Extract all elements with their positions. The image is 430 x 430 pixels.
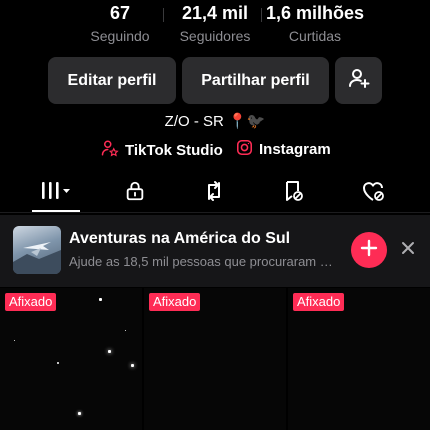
close-suggestion-button[interactable] bbox=[397, 239, 419, 261]
instagram-link[interactable]: Instagram bbox=[236, 139, 331, 160]
tab-videos[interactable] bbox=[26, 173, 86, 213]
close-icon bbox=[401, 241, 415, 260]
instagram-label: Instagram bbox=[259, 141, 331, 158]
stat-likes[interactable]: 1,6 milhões Curtidas bbox=[255, 0, 375, 46]
pinned-badge: Afixado bbox=[293, 293, 345, 311]
suggestion-title: Aventuras na América do Sul bbox=[69, 230, 291, 247]
video-thumbnail[interactable]: Afixado bbox=[0, 288, 142, 430]
tab-favorites[interactable] bbox=[263, 173, 323, 213]
profile-links: TikTok Studio Instagram bbox=[0, 139, 430, 161]
tab-reposts[interactable] bbox=[184, 173, 244, 213]
share-profile-button[interactable]: Partilhar perfil bbox=[182, 57, 329, 104]
videos-grid-icon bbox=[39, 180, 73, 207]
favorites-icon bbox=[281, 179, 305, 208]
liked-icon bbox=[360, 179, 386, 208]
suggestion-subtitle: Ajude as 18,5 mil pessoas que procuraram… bbox=[69, 254, 339, 269]
video-grid: Afixado Afixado Afixado bbox=[0, 288, 430, 430]
video-thumbnail[interactable]: Afixado bbox=[144, 288, 286, 430]
profile-stats: 67 Seguindo 21,4 mil Seguidores 1,6 milh… bbox=[0, 0, 430, 48]
instagram-icon bbox=[236, 139, 253, 160]
tiktok-studio-label: TikTok Studio bbox=[125, 141, 223, 159]
tabs-divider bbox=[0, 212, 430, 213]
pinned-badge: Afixado bbox=[149, 293, 201, 311]
profile-tabs bbox=[0, 173, 430, 213]
add-friend-button[interactable] bbox=[335, 57, 382, 104]
repost-icon bbox=[202, 179, 226, 208]
tiktok-studio-link[interactable]: TikTok Studio bbox=[101, 139, 223, 161]
tab-liked[interactable] bbox=[343, 173, 403, 213]
suggestion-banner[interactable]: Aventuras na América do Sul Ajude as 18,… bbox=[0, 215, 430, 287]
studio-icon bbox=[101, 139, 119, 161]
edit-profile-button[interactable]: Editar perfil bbox=[48, 57, 176, 104]
video-thumbnail[interactable]: Afixado bbox=[288, 288, 430, 430]
suggestion-thumbnail bbox=[13, 226, 61, 274]
likes-label: Curtidas bbox=[288, 28, 342, 44]
pinned-badge: Afixado bbox=[5, 293, 57, 311]
likes-count: 1,6 milhões bbox=[265, 3, 365, 23]
tab-private[interactable] bbox=[105, 173, 165, 213]
plus-icon bbox=[360, 239, 378, 262]
profile-bio: Z/O - SR 📍🐦‍⬛ bbox=[164, 113, 266, 130]
person-plus-icon bbox=[347, 66, 371, 95]
lock-icon bbox=[124, 180, 146, 207]
add-suggestion-button[interactable] bbox=[351, 232, 387, 268]
